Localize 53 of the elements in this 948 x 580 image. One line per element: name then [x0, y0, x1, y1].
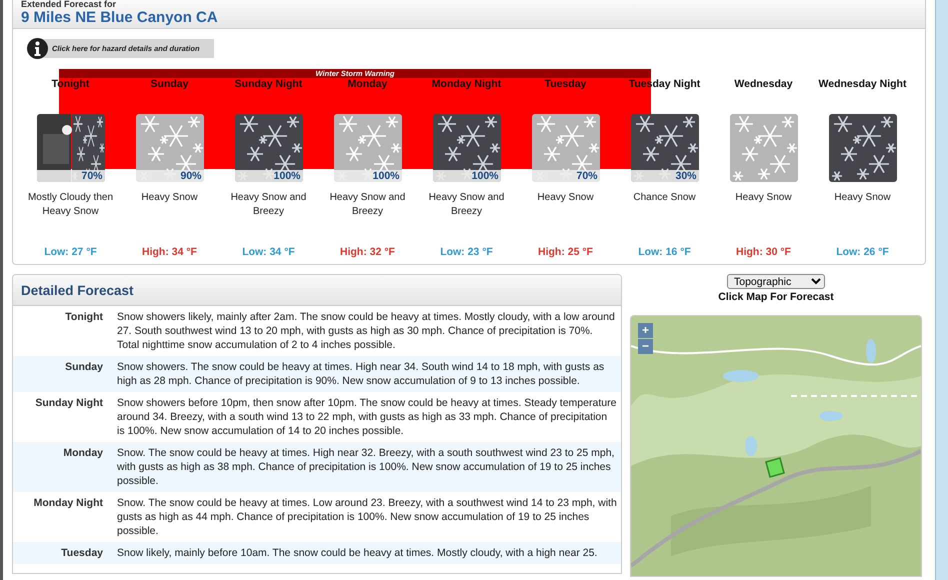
forecast-text: Snow showers. The snow could be heavy at times. High near 34. South wind 14 to 18 mph, with gusts as high as 28 mph. Chance of precipitation is 90%. New snow accumulation of 9 to 13 inches possible.: [117, 360, 606, 388]
precip-chance: 30%: [630, 170, 698, 182]
short-forecast: Heavy Snow and Breezy: [428, 191, 506, 219]
temperature: Low: 23 °F: [440, 246, 493, 258]
period-name: Tuesday: [544, 77, 588, 92]
forecast-text: Snow showers likely, mainly after 2am. The snow could be heavy at times. Mostly cloudy, with a low around 27. South southwest wind 13 to 20 mph, with gusts as high as 30 mph. Chance of precipitation is 70%. Total nighttime snow accumulation of 2 to 4 inches possible.: [117, 310, 616, 352]
short-forecast: Heavy Snow and Breezy: [230, 191, 308, 219]
short-forecast: Heavy Snow: [536, 191, 595, 205]
zoom-in-button[interactable]: +: [638, 323, 653, 338]
period-name: Wednesday: [733, 77, 794, 92]
precip-chance: 70%: [532, 170, 600, 182]
period-label: Monday: [62, 446, 104, 461]
precip-chance: 100%: [334, 170, 402, 182]
short-forecast: Heavy Snow: [734, 191, 793, 205]
temperature: Low: 16 °F: [638, 246, 691, 258]
temperature: High: 32 °F: [340, 246, 395, 258]
short-forecast: Chance Snow: [632, 191, 697, 205]
short-forecast: Heavy Snow and Breezy: [328, 191, 406, 219]
forecast-text: Snow showers before 10pm, then snow after 10pm. The snow could be heavy at times. Steady temperature around 34. Breezy, with a south wind 13 to 22 mph, with gusts as high as 33 mph. Chance of precipitation is 100%. New snow accumulation of 14 to 20 inches possible.: [117, 396, 617, 438]
precip-chance: 100%: [432, 170, 500, 182]
temperature: Low: 27 °F: [44, 246, 97, 258]
period-label: Tuesday: [60, 546, 104, 560]
short-forecast: Mostly Cloudy then Heavy Snow: [26, 191, 114, 219]
short-forecast: Heavy Snow: [140, 191, 199, 205]
forecast-text: Snow. The snow could be heavy at times. Low around 23. Breezy, with a southwest wind 14 to 23 mph, with gusts as high as 44 mph. Chance of precipitation is 100%. New snow accumulation of 19 to 25 inches possible.: [117, 496, 617, 538]
zoom-out-button[interactable]: −: [638, 339, 653, 354]
section-title: Detailed Forecast: [21, 282, 134, 298]
info-icon: [27, 38, 48, 59]
period-name: Monday Night: [430, 77, 502, 92]
temperature: High: 25 °F: [538, 246, 593, 258]
forecast-text: Snow likely, mainly before 10am. The snow could be heavy at times. Mostly cloudy, with a high near 25.: [117, 546, 598, 560]
precip-chance: 100%: [234, 170, 302, 182]
temperature: High: 34 °F: [142, 246, 197, 258]
period-label: Sunday: [64, 360, 104, 375]
temperature: High: 30 °F: [736, 246, 791, 258]
forecast-subtitle: Extended Forecast for: [21, 0, 118, 9]
map-caption: Click Map For Forecast: [718, 291, 834, 303]
precip-chance: 90%: [136, 170, 204, 182]
location-title: 9 Miles NE Blue Canyon CA: [21, 9, 219, 26]
period-label: Monday Night: [32, 496, 104, 511]
period-label: Sunday Night: [34, 396, 104, 411]
period-label: Tonight: [64, 310, 104, 325]
forecast-text: Snow. The snow could be heavy at times. High near 32. Breezy, with a south southwest wind 23 to 25 mph, with gusts as high as 38 mph. Chance of precipitation is 100%. New snow accumulation of 19 to 25 inches possible.: [117, 446, 616, 488]
period-name: Sunday: [150, 77, 190, 92]
precip-chance: 70%: [36, 170, 104, 182]
period-name: Monday: [346, 78, 388, 92]
map-layer-dropdown[interactable]: Topographic: [727, 274, 825, 289]
temperature: Low: 26 °F: [836, 246, 889, 258]
short-forecast: Heavy Snow: [833, 191, 892, 205]
temperature: Low: 34 °F: [242, 246, 295, 258]
period-name: Sunday Night: [234, 77, 304, 92]
location-marker-icon: [764, 457, 786, 479]
period-name: Wednesday Night: [818, 77, 908, 92]
